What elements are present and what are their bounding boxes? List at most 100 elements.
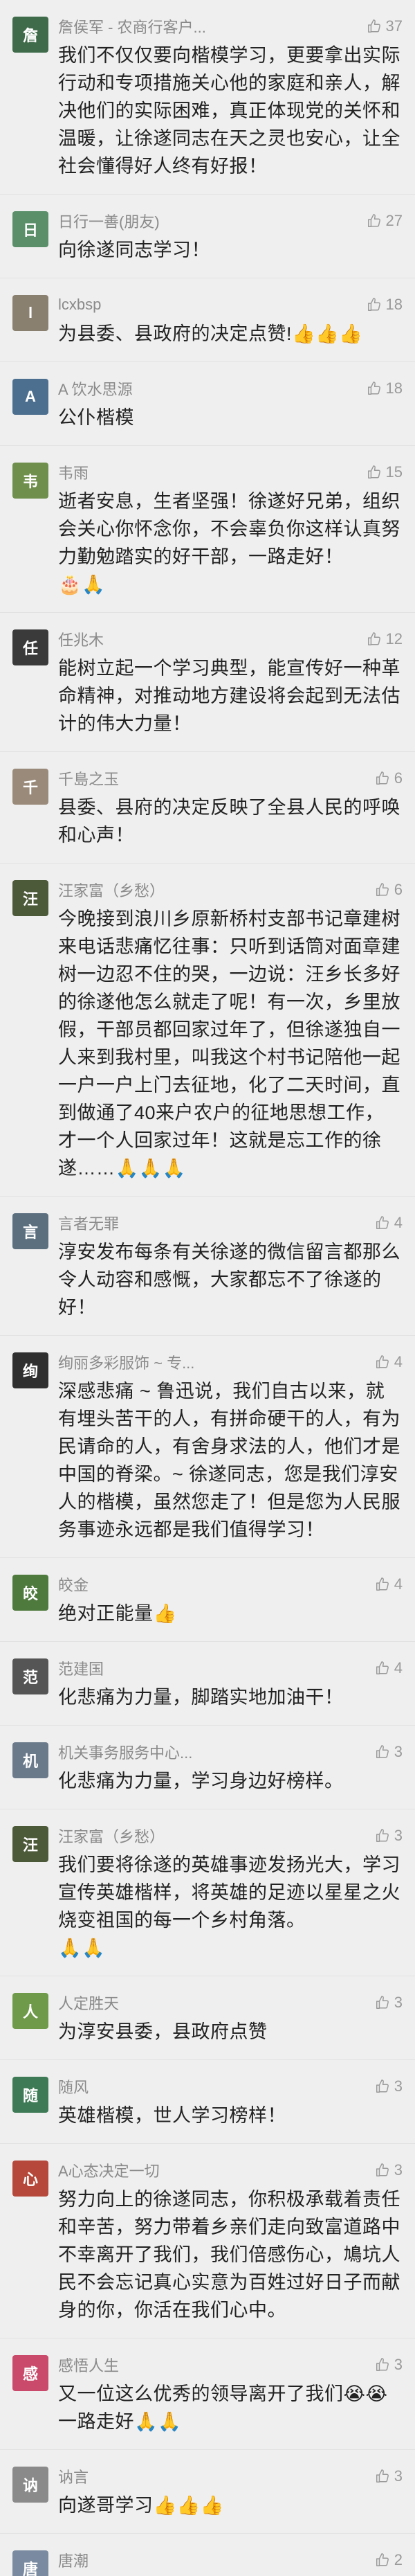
commenter-name[interactable]: 唐潮	[58, 2549, 89, 2571]
commenter-name[interactable]: 皎金	[58, 1573, 89, 1595]
thumbs-up-icon	[367, 632, 380, 645]
commenter-name[interactable]: 言者无罪	[58, 1212, 119, 1234]
avatar-glyph: l	[28, 304, 33, 321]
avatar[interactable]: 千	[12, 769, 48, 805]
commenter-name[interactable]: 汪家富（乡愁）	[58, 879, 165, 901]
like-button[interactable]: 3	[375, 1994, 403, 2012]
like-button[interactable]: 37	[367, 17, 403, 35]
avatar[interactable]: 机	[12, 1742, 48, 1778]
like-button[interactable]: 4	[375, 1659, 403, 1677]
like-count: 3	[394, 1743, 403, 1760]
avatar-glyph: 詹	[22, 27, 38, 44]
avatar-glyph: 机	[22, 1753, 38, 1770]
comment-meta: 詹侯军 - 农商行客户... 37	[58, 17, 403, 36]
like-count: 18	[385, 296, 403, 313]
like-button[interactable]: 6	[375, 769, 403, 787]
commenter-name[interactable]: 千島之玉	[58, 767, 119, 789]
like-button[interactable]: 15	[367, 463, 403, 481]
comment-item: A A 饮水思源 18 公仆楷模	[0, 362, 415, 446]
avatar-glyph: 心	[22, 2171, 38, 2188]
thumbs-up-icon	[367, 382, 380, 395]
commenter-name[interactable]: 随风	[58, 2075, 89, 2098]
like-count: 2	[394, 2551, 403, 2568]
comment-text: 英雄楷模，世人学习榜样！	[58, 2105, 286, 2126]
comment-text: 淳安发布每条有关徐遂的微信留言都那么令人动容和感慨，大家都忘不了徐遂的好！	[58, 1242, 400, 1318]
like-button[interactable]: 2	[375, 2551, 403, 2569]
comment-meta: 汪家富（乡愁） 3	[58, 1826, 403, 1845]
commenter-name[interactable]: A心态决定一切	[58, 2159, 160, 2181]
like-button[interactable]: 3	[375, 2077, 403, 2095]
commenter-name[interactable]: 日行一善(朋友)	[58, 210, 160, 232]
commenter-name[interactable]: 詹侯军 - 农商行客户...	[58, 15, 206, 37]
comment-text: 为淳安县委，县政府点赞	[58, 2021, 268, 2042]
like-button[interactable]: 3	[375, 1827, 403, 1845]
like-button[interactable]: 18	[367, 379, 403, 397]
avatar[interactable]: 唐	[12, 2550, 48, 2576]
like-button[interactable]: 3	[375, 1743, 403, 1761]
thumbs-up-icon	[376, 1996, 389, 2009]
avatar-glyph: 任	[22, 640, 38, 657]
avatar[interactable]: 韦	[12, 463, 48, 499]
avatar[interactable]: 汪	[12, 880, 48, 916]
comment-text: 我们要将徐遂的英雄事迹发扬光大，学习宣传英雄楷样，将英雄的足迹以星星之火烧变祖国…	[58, 1854, 400, 1958]
avatar-glyph: 绚	[22, 1363, 38, 1380]
avatar[interactable]: 讷	[12, 2467, 48, 2503]
comment-text: 我们不仅仅要向楷模学习，更要拿出实际行动和专项措施关心他的家庭和亲人，解决他们的…	[58, 45, 400, 177]
avatar[interactable]: 日	[12, 211, 48, 247]
like-button[interactable]: 6	[375, 881, 403, 899]
commenter-name[interactable]: A 饮水思源	[58, 377, 133, 400]
avatar[interactable]: 范	[12, 1658, 48, 1694]
like-count: 4	[394, 1214, 403, 1231]
avatar[interactable]: 詹	[12, 17, 48, 53]
avatar[interactable]: A	[12, 379, 48, 415]
avatar-glyph: A	[25, 388, 36, 405]
commenter-name[interactable]: 讷言	[58, 2465, 89, 2487]
avatar[interactable]: 心	[12, 2161, 48, 2197]
commenter-name[interactable]: 感悟人生	[58, 2354, 119, 2376]
like-count: 3	[394, 2077, 403, 2095]
avatar[interactable]: 人	[12, 1993, 48, 2029]
comment-text: 又一位这么优秀的领导离开了我们😭😭一路走好🙏🙏	[58, 2383, 388, 2432]
comment-body: 汪家富（乡愁） 6 今晚接到浪川乡原新桥村支部书记章建树来电话悲痛忆往事：只听到…	[58, 880, 403, 1182]
avatar[interactable]: 汪	[12, 1826, 48, 1862]
thumbs-up-icon	[376, 771, 389, 785]
like-count: 18	[385, 379, 403, 397]
avatar[interactable]: 皎	[12, 1575, 48, 1611]
like-button[interactable]: 12	[367, 630, 403, 648]
avatar[interactable]: 随	[12, 2077, 48, 2113]
like-button[interactable]: 4	[375, 1575, 403, 1593]
comment-item: 詹 詹侯军 - 农商行客户... 37 我们不仅仅要向楷模学习，更要拿出实际行动…	[0, 0, 415, 195]
comment-meta: lcxbsp 18	[58, 295, 403, 314]
comment-item: 日 日行一善(朋友) 27 向徐遂同志学习！	[0, 195, 415, 278]
avatar[interactable]: l	[12, 295, 48, 331]
comment-body: 韦雨 15 逝者安息，生者坚强！徐遂好兄弟，组织会关心你怀念你，不会辜负你这样认…	[58, 463, 403, 598]
comment-meta: A 饮水思源 18	[58, 379, 403, 398]
comment-meta: 任兆木 12	[58, 629, 403, 649]
commenter-name[interactable]: 范建国	[58, 1657, 104, 1679]
commenter-name[interactable]: 机关事务服务中心...	[58, 1741, 192, 1763]
commenter-name[interactable]: 人定胜天	[58, 1992, 119, 2014]
commenter-name[interactable]: 任兆木	[58, 628, 104, 650]
avatar[interactable]: 言	[12, 1213, 48, 1249]
like-button[interactable]: 4	[375, 1214, 403, 1232]
thumbs-up-icon	[376, 1829, 389, 1842]
comment-item: 千 千島之玉 6 县委、县府的决定反映了全县人民的呼唤和心声！	[0, 752, 415, 864]
commenter-name[interactable]: lcxbsp	[58, 296, 101, 314]
like-button[interactable]: 3	[375, 2467, 403, 2485]
commenter-name[interactable]: 韦雨	[58, 461, 89, 483]
like-button[interactable]: 3	[375, 2356, 403, 2374]
comment-item: 言 言者无罪 4 淳安发布每条有关徐遂的微信留言都那么令人动容和感慨，大家都忘不…	[0, 1197, 415, 1336]
comment-meta: 汪家富（乡愁） 6	[58, 880, 403, 900]
commenter-name[interactable]: 汪家富（乡愁）	[58, 1825, 165, 1847]
avatar[interactable]: 绚	[12, 1352, 48, 1388]
like-count: 4	[394, 1353, 403, 1370]
avatar-glyph: 言	[22, 1224, 38, 1241]
comment-item: l lcxbsp 18 为县委、县政府的决定点赞!👍👍👍	[0, 278, 415, 362]
avatar[interactable]: 任	[12, 629, 48, 665]
like-button[interactable]: 3	[375, 2161, 403, 2179]
commenter-name[interactable]: 绚丽多彩服饰 ~ 专...	[58, 1351, 194, 1373]
like-button[interactable]: 18	[367, 296, 403, 314]
like-button[interactable]: 27	[367, 212, 403, 230]
avatar[interactable]: 感	[12, 2355, 48, 2391]
like-button[interactable]: 4	[375, 1353, 403, 1371]
